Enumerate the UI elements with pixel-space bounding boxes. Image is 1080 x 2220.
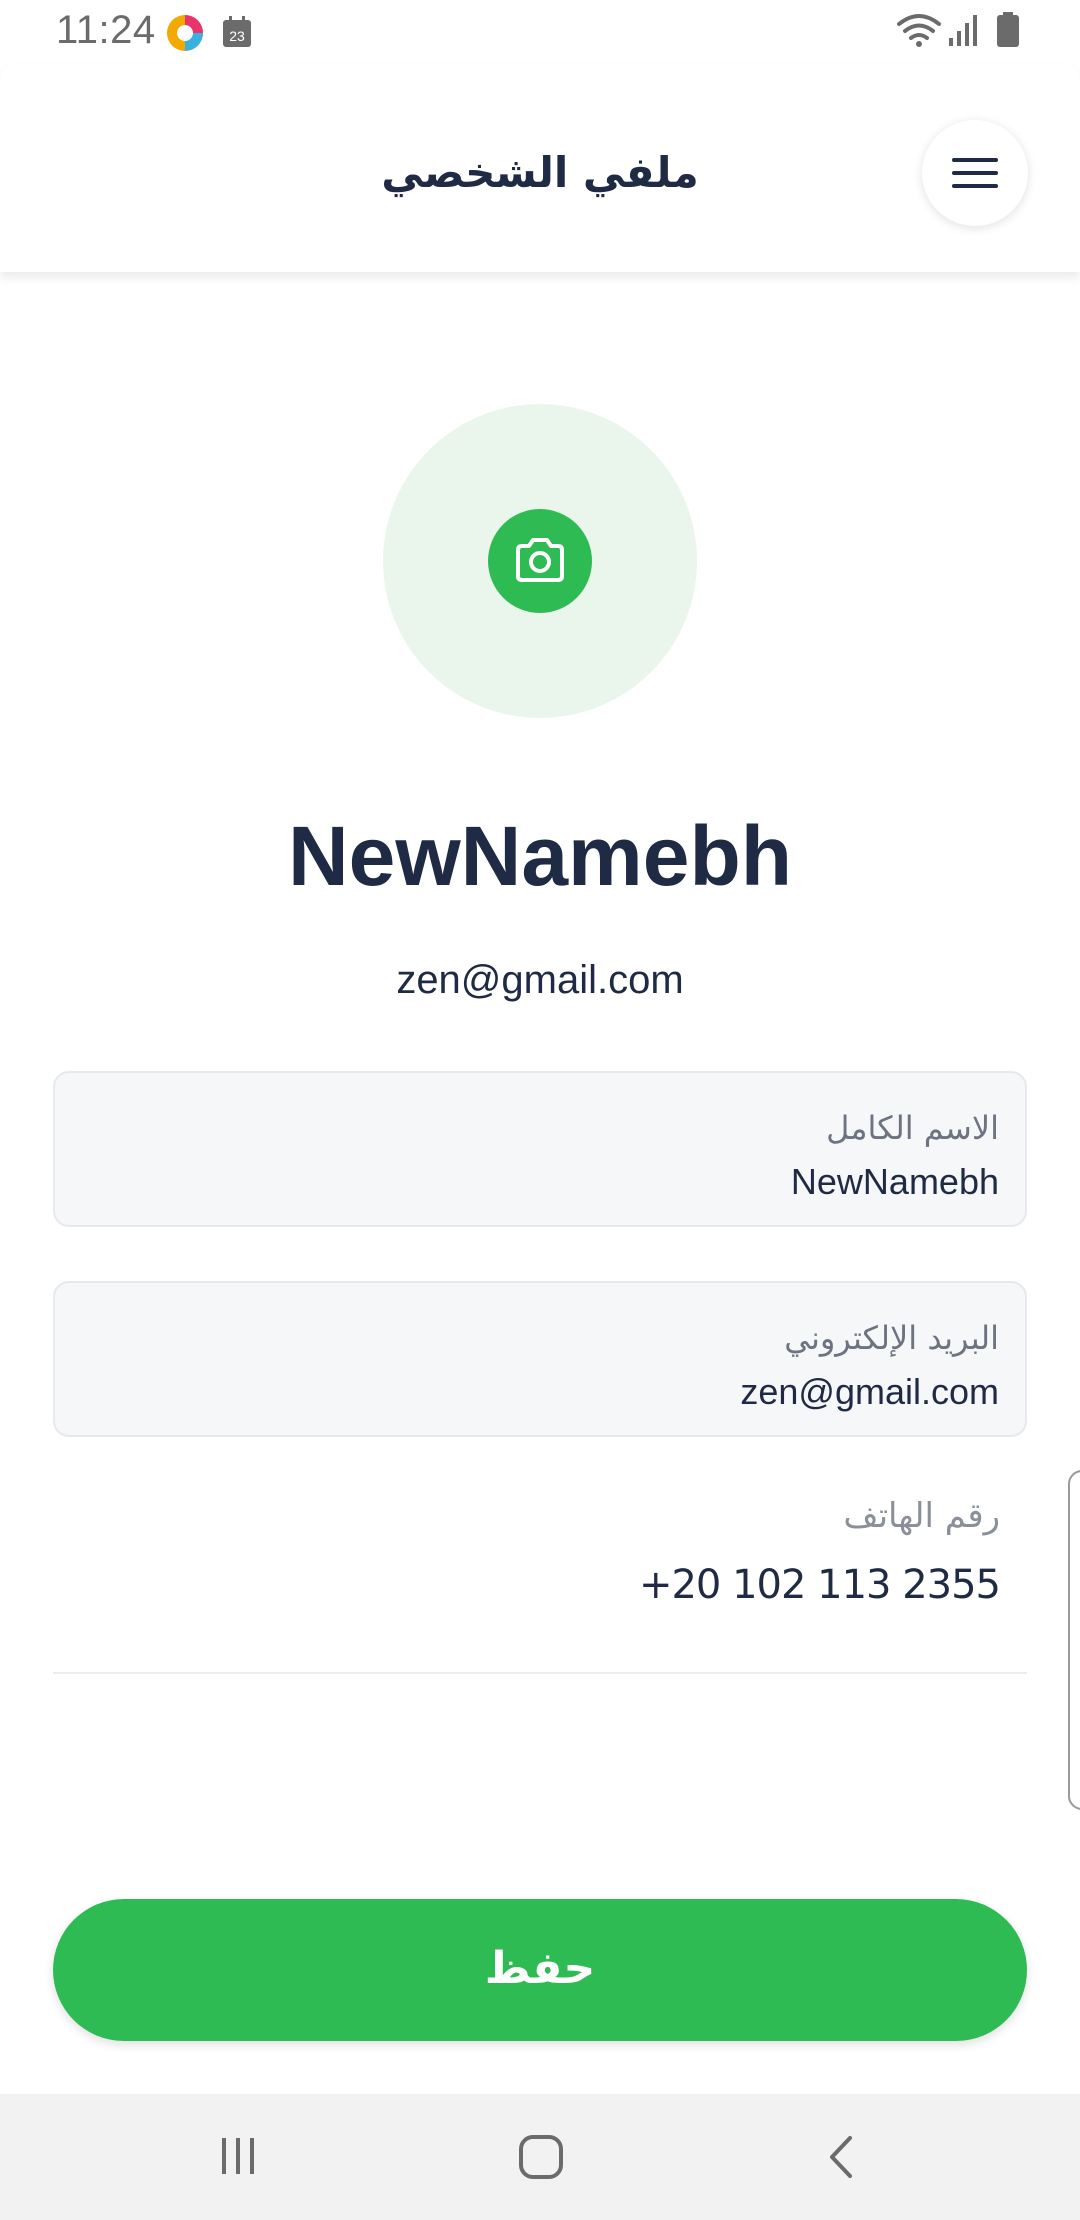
signal-icon — [949, 15, 977, 46]
email-field[interactable]: البريد الإلكتروني zen@gmail.com — [53, 1281, 1027, 1437]
home-icon — [519, 2135, 563, 2179]
back-icon — [830, 2136, 852, 2178]
calendar-day: 23 — [229, 28, 245, 44]
battery-icon — [997, 12, 1019, 47]
menu-button[interactable] — [922, 120, 1028, 226]
app-notification-icon — [166, 14, 204, 52]
wifi-icon — [897, 14, 941, 47]
change-photo-button[interactable] — [488, 509, 592, 613]
save-button[interactable]: حفظ — [53, 1899, 1027, 2041]
app-header: ملفي الشخصي — [0, 64, 1080, 272]
calendar-icon: 23 — [222, 16, 252, 48]
camera-icon — [516, 538, 564, 582]
status-indicators — [896, 12, 1026, 52]
status-bar: 11:24 23 — [0, 0, 1080, 64]
page-title: ملفي الشخصي — [381, 148, 699, 197]
email-value[interactable]: zen@gmail.com — [740, 1371, 999, 1413]
phone-underline — [53, 1672, 1027, 1674]
full-name-label: الاسم الكامل — [826, 1109, 999, 1147]
phone-value[interactable]: +20 102 113 2355 — [639, 1562, 1001, 1608]
home-button[interactable] — [470, 2094, 610, 2220]
recents-button[interactable] — [168, 2094, 308, 2220]
back-button[interactable] — [772, 2094, 912, 2220]
full-name-field[interactable]: الاسم الكامل NewNamebh — [53, 1071, 1027, 1227]
full-name-value[interactable]: NewNamebh — [791, 1161, 999, 1203]
status-time: 11:24 — [56, 8, 156, 52]
recents-icon — [222, 2138, 254, 2174]
phone-label: رقم الهاتف — [843, 1496, 1000, 1536]
profile-name: NewNamebh — [287, 809, 793, 903]
save-button-label: حفظ — [484, 1943, 596, 1994]
email-label: البريد الإلكتروني — [784, 1319, 999, 1357]
hamburger-icon — [952, 158, 998, 188]
edge-panel-handle[interactable] — [1068, 1470, 1080, 1810]
avatar — [383, 404, 697, 718]
system-nav-bar — [0, 2094, 1080, 2220]
profile-email: zen@gmail.com — [396, 958, 684, 1002]
